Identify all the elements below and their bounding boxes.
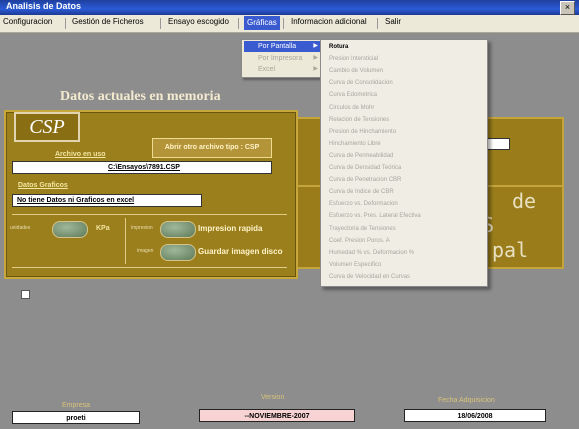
por-pantalla-submenu: Rotura Presion Intersticial Cambio de Volu… bbox=[320, 39, 488, 287]
menu-item-label: Por Pantalla bbox=[258, 43, 297, 50]
submenu-item[interactable]: Curva de Velocidad en Curvas bbox=[323, 272, 485, 283]
impresion-rapida-toggle[interactable] bbox=[160, 221, 196, 238]
submenu-item[interactable]: Curva de Densidad Teórica bbox=[323, 163, 485, 174]
submenu-item[interactable]: Circulos de Mohr bbox=[323, 103, 485, 114]
menu-item-por-pantalla[interactable]: Por Pantalla ▶ bbox=[244, 41, 322, 52]
submenu-item[interactable]: Curva de Consolidacion bbox=[323, 78, 485, 89]
menu-separator bbox=[283, 18, 284, 29]
menu-separator bbox=[160, 18, 161, 29]
menu-item-por-impresora[interactable]: Por Impresora ▶ bbox=[244, 53, 322, 64]
menu-bar: Configuracion Gestión de Ficheros Ensayo… bbox=[0, 15, 579, 33]
open-file-button[interactable]: Abrir otro archivo tipo : CSP bbox=[152, 138, 272, 158]
menu-item-excel[interactable]: Excel ▶ bbox=[244, 64, 322, 75]
menu-separator bbox=[65, 18, 66, 29]
graficas-dropdown: Por Pantalla ▶ Por Impresora ▶ Excel ▶ bbox=[241, 39, 325, 78]
divider bbox=[125, 218, 126, 264]
submenu-arrow-icon: ▶ bbox=[313, 66, 318, 72]
submenu-item[interactable]: Presion de Hinchamiento bbox=[323, 127, 485, 138]
menu-graficas[interactable]: Gráficas bbox=[244, 16, 280, 30]
window-title: Analisis de Datos bbox=[6, 1, 82, 11]
divider bbox=[12, 267, 287, 268]
submenu-item[interactable]: Trayectoria de Tensiones bbox=[323, 224, 485, 235]
submenu-item[interactable]: Esfuerzo vs. Deformacion bbox=[323, 199, 485, 210]
submenu-arrow-icon: ▶ bbox=[313, 43, 318, 49]
panel-heading: Datos actuales en memoria bbox=[60, 89, 221, 104]
submenu-item[interactable]: Humedad % vs. Deformacion % bbox=[323, 248, 485, 259]
submenu-item[interactable]: Hinchamiento Libre bbox=[323, 139, 485, 150]
divider bbox=[12, 214, 287, 215]
kpa-label: KPa bbox=[96, 225, 110, 232]
impresion-rapida-label: Impresion rapida bbox=[198, 224, 263, 233]
unidades-toggle[interactable] bbox=[52, 221, 88, 238]
menu-gestion-ficheros[interactable]: Gestión de Ficheros bbox=[72, 17, 144, 26]
version-field: --NOVIEMBRE-2007 bbox=[199, 409, 355, 422]
fecha-adquisicion-label: Fecha Adquisicion bbox=[438, 397, 495, 404]
menu-salir[interactable]: Salir bbox=[385, 17, 401, 26]
empresa-label: Empresa bbox=[62, 402, 91, 409]
submenu-item[interactable]: Rotura bbox=[323, 42, 485, 53]
menu-configuracion[interactable]: Configuracion bbox=[3, 17, 52, 26]
checkbox[interactable] bbox=[21, 290, 30, 299]
title-bar: Analisis de Datos × bbox=[0, 0, 579, 15]
empresa-field: proeti bbox=[12, 411, 140, 424]
guardar-imagen-label: Guardar imagen disco bbox=[198, 247, 283, 256]
impresion-small-label: impresion bbox=[131, 225, 153, 231]
submenu-item[interactable]: Cambio de Volumen bbox=[323, 66, 485, 77]
version-label: Version bbox=[261, 394, 285, 401]
submenu-item[interactable]: Esfuerzo vs. Pres. Lateral Efectiva bbox=[323, 211, 485, 222]
close-button[interactable]: × bbox=[560, 1, 575, 15]
background-text-1: de bbox=[512, 189, 537, 213]
datos-graficos-field: No tiene Datos ni Graficos en excel bbox=[12, 194, 202, 207]
unidades-label: unidades bbox=[10, 225, 31, 231]
background-text-3: pal bbox=[492, 238, 529, 262]
submenu-item[interactable]: Relacion de Tensiones bbox=[323, 115, 485, 126]
submenu-item[interactable]: Presion Intersticial bbox=[323, 54, 485, 65]
menu-ensayo-escogido[interactable]: Ensayo escogido bbox=[168, 17, 229, 26]
submenu-item[interactable]: Coef. Presion Poros. A bbox=[323, 236, 485, 247]
datos-graficos-label: Datos Graficos bbox=[18, 182, 68, 189]
submenu-item[interactable]: Curva de Penetracion CBR bbox=[323, 175, 485, 186]
menu-item-label: Excel bbox=[258, 66, 276, 73]
submenu-arrow-icon: ▶ bbox=[313, 55, 318, 61]
submenu-item[interactable]: Curva de Permeabilidad bbox=[323, 151, 485, 162]
csp-label: CSP bbox=[14, 112, 80, 142]
submenu-item[interactable]: Curva Edometrica bbox=[323, 90, 485, 101]
fecha-adquisicion-field: 18/06/2008 bbox=[404, 409, 546, 422]
imagen-small-label: imagen bbox=[137, 248, 154, 254]
menu-informacion-adicional[interactable]: Informacion adicional bbox=[291, 17, 367, 26]
guardar-imagen-toggle[interactable] bbox=[160, 244, 196, 261]
archivo-en-uso-label: Archivo en uso bbox=[55, 151, 106, 158]
submenu-item[interactable]: Curva de Indice de CBR bbox=[323, 187, 485, 198]
submenu-item[interactable]: Volumen Especifico bbox=[323, 260, 485, 271]
menu-item-label: Por Impresora bbox=[258, 55, 303, 62]
menu-separator bbox=[377, 18, 378, 29]
archivo-en-uso-field: C:\Ensayos\7891.CSP bbox=[12, 161, 272, 174]
menu-separator bbox=[238, 18, 239, 29]
